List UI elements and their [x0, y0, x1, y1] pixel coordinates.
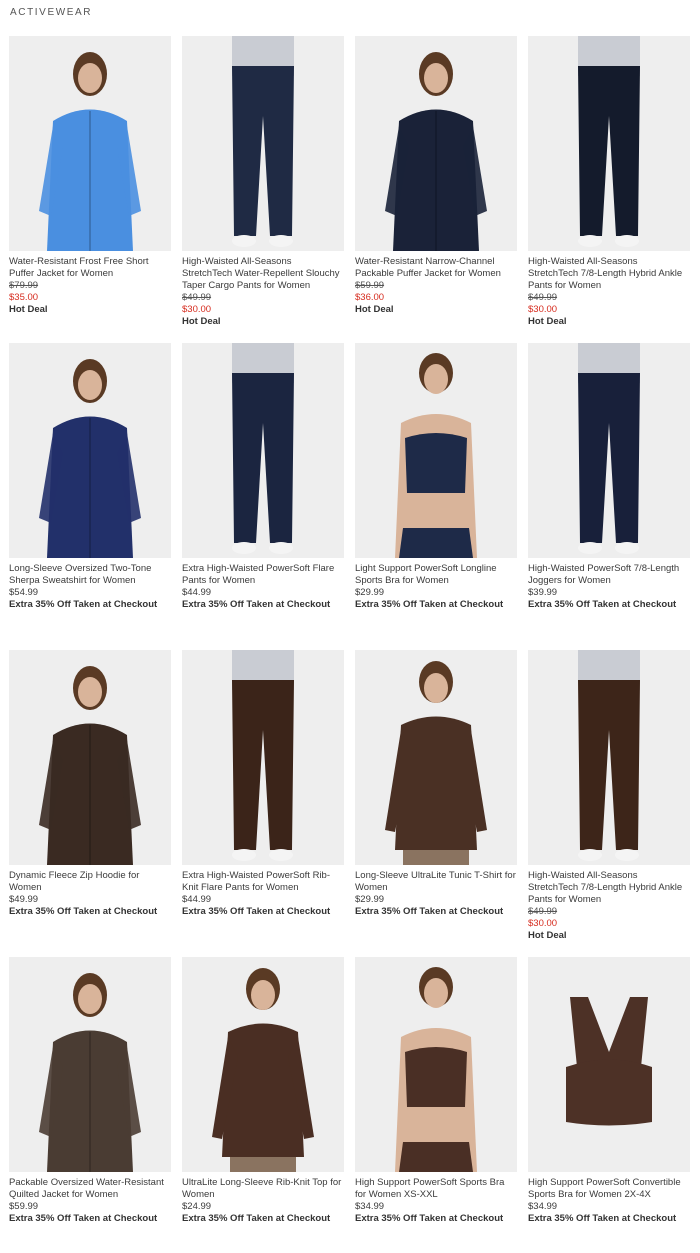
product-name[interactable]: High Support PowerSoft Convertible Sport…: [528, 1177, 690, 1201]
product-row: Packable Oversized Water-Resistant Quilt…: [9, 957, 690, 1253]
promo-badge: Hot Deal: [528, 316, 567, 327]
product-card[interactable]: Water-Resistant Frost Free Short Puffer …: [9, 36, 171, 343]
product-card[interactable]: High-Waisted All-Seasons StretchTech Wat…: [182, 36, 344, 343]
promo-badge: Extra 35% Off Taken at Checkout: [355, 599, 504, 610]
promo-badge: Extra 35% Off Taken at Checkout: [182, 906, 331, 917]
original-price: $79.99: [9, 280, 39, 291]
product-name[interactable]: High-Waisted All-Seasons StretchTech 7/8…: [528, 870, 690, 906]
promo-badge: Hot Deal: [182, 316, 221, 327]
product-card[interactable]: UltraLite Long-Sleeve Rib-Knit Top for W…: [182, 957, 344, 1253]
product-image[interactable]: [9, 343, 171, 558]
sale-price: $30.00: [528, 918, 558, 929]
product-name[interactable]: Extra High-Waisted PowerSoft Flare Pants…: [182, 563, 344, 587]
price: $44.99: [182, 894, 212, 905]
product-card[interactable]: Water-Resistant Narrow-Channel Packable …: [355, 36, 517, 343]
product-card[interactable]: Light Support PowerSoft Longline Sports …: [355, 343, 517, 650]
product-card[interactable]: Long-Sleeve UltraLite Tunic T-Shirt for …: [355, 650, 517, 957]
product-image[interactable]: [182, 650, 344, 865]
promo-badge: Hot Deal: [9, 304, 48, 315]
sale-price: $36.00: [355, 292, 385, 303]
product-grid: Water-Resistant Frost Free Short Puffer …: [9, 36, 690, 1253]
product-card[interactable]: High-Waisted PowerSoft 7/8-Length Jogger…: [528, 343, 690, 650]
product-card[interactable]: Packable Oversized Water-Resistant Quilt…: [9, 957, 171, 1253]
promo-badge: Extra 35% Off Taken at Checkout: [9, 1213, 158, 1224]
price: $29.99: [355, 894, 385, 905]
product-name[interactable]: Extra High-Waisted PowerSoft Rib-Knit Fl…: [182, 870, 344, 894]
product-image[interactable]: [528, 36, 690, 251]
product-image[interactable]: [9, 957, 171, 1172]
product-image[interactable]: [355, 650, 517, 865]
section-title: ACTIVEWEAR: [10, 7, 93, 18]
product-name[interactable]: High Support PowerSoft Sports Bra for Wo…: [355, 1177, 517, 1201]
sale-price: $30.00: [182, 304, 212, 315]
original-price: $59.99: [355, 280, 385, 291]
product-row: Water-Resistant Frost Free Short Puffer …: [9, 36, 690, 343]
product-image[interactable]: [355, 36, 517, 251]
promo-badge: Hot Deal: [355, 304, 394, 315]
product-row: Dynamic Fleece Zip Hoodie for Women $49.9…: [9, 650, 690, 957]
product-image[interactable]: [528, 957, 690, 1172]
product-image[interactable]: [182, 36, 344, 251]
product-name[interactable]: Water-Resistant Narrow-Channel Packable …: [355, 256, 517, 280]
product-card[interactable]: High-Waisted All-Seasons StretchTech 7/8…: [528, 36, 690, 343]
product-name[interactable]: High-Waisted All-Seasons StretchTech Wat…: [182, 256, 344, 292]
promo-badge: Extra 35% Off Taken at Checkout: [355, 1213, 504, 1224]
price: $29.99: [355, 587, 385, 598]
product-card[interactable]: Extra High-Waisted PowerSoft Rib-Knit Fl…: [182, 650, 344, 957]
product-name[interactable]: High-Waisted All-Seasons StretchTech 7/8…: [528, 256, 690, 292]
original-price: $49.99: [528, 906, 558, 917]
product-name[interactable]: UltraLite Long-Sleeve Rib-Knit Top for W…: [182, 1177, 344, 1201]
product-name[interactable]: Packable Oversized Water-Resistant Quilt…: [9, 1177, 171, 1201]
product-name[interactable]: Long-Sleeve Oversized Two-Tone Sherpa Sw…: [9, 563, 171, 587]
product-image[interactable]: [9, 650, 171, 865]
product-card[interactable]: Long-Sleeve Oversized Two-Tone Sherpa Sw…: [9, 343, 171, 650]
price: $44.99: [182, 587, 212, 598]
product-image[interactable]: [355, 957, 517, 1172]
price: $54.99: [9, 587, 39, 598]
product-image[interactable]: [182, 343, 344, 558]
sale-price: $30.00: [528, 304, 558, 315]
promo-badge: Extra 35% Off Taken at Checkout: [355, 906, 504, 917]
promo-badge: Extra 35% Off Taken at Checkout: [528, 599, 677, 610]
price: $24.99: [182, 1201, 212, 1212]
promo-badge: Extra 35% Off Taken at Checkout: [182, 599, 331, 610]
sale-price: $35.00: [9, 292, 39, 303]
product-image[interactable]: [9, 36, 171, 251]
price: $39.99: [528, 587, 558, 598]
price: $59.99: [9, 1201, 39, 1212]
product-image[interactable]: [528, 343, 690, 558]
price: $34.99: [355, 1201, 385, 1212]
original-price: $49.99: [528, 292, 558, 303]
product-image[interactable]: [182, 957, 344, 1172]
promo-badge: Extra 35% Off Taken at Checkout: [528, 1213, 677, 1224]
product-name[interactable]: Light Support PowerSoft Longline Sports …: [355, 563, 517, 587]
product-name[interactable]: Long-Sleeve UltraLite Tunic T-Shirt for …: [355, 870, 517, 894]
product-image[interactable]: [355, 343, 517, 558]
product-card[interactable]: Extra High-Waisted PowerSoft Flare Pants…: [182, 343, 344, 650]
product-card[interactable]: High Support PowerSoft Sports Bra for Wo…: [355, 957, 517, 1253]
product-name[interactable]: High-Waisted PowerSoft 7/8-Length Jogger…: [528, 563, 690, 587]
promo-badge: Extra 35% Off Taken at Checkout: [9, 599, 158, 610]
product-image[interactable]: [528, 650, 690, 865]
product-card[interactable]: High Support PowerSoft Convertible Sport…: [528, 957, 690, 1253]
price: $34.99: [528, 1201, 558, 1212]
product-name[interactable]: Water-Resistant Frost Free Short Puffer …: [9, 256, 171, 280]
original-price: $49.99: [182, 292, 212, 303]
promo-badge: Extra 35% Off Taken at Checkout: [182, 1213, 331, 1224]
promo-badge: Extra 35% Off Taken at Checkout: [9, 906, 158, 917]
product-name[interactable]: Dynamic Fleece Zip Hoodie for Women: [9, 870, 171, 894]
price: $49.99: [9, 894, 39, 905]
promo-badge: Hot Deal: [528, 930, 567, 941]
product-card[interactable]: Dynamic Fleece Zip Hoodie for Women $49.9…: [9, 650, 171, 957]
product-card[interactable]: High-Waisted All-Seasons StretchTech 7/8…: [528, 650, 690, 957]
product-row: Long-Sleeve Oversized Two-Tone Sherpa Sw…: [9, 343, 690, 650]
